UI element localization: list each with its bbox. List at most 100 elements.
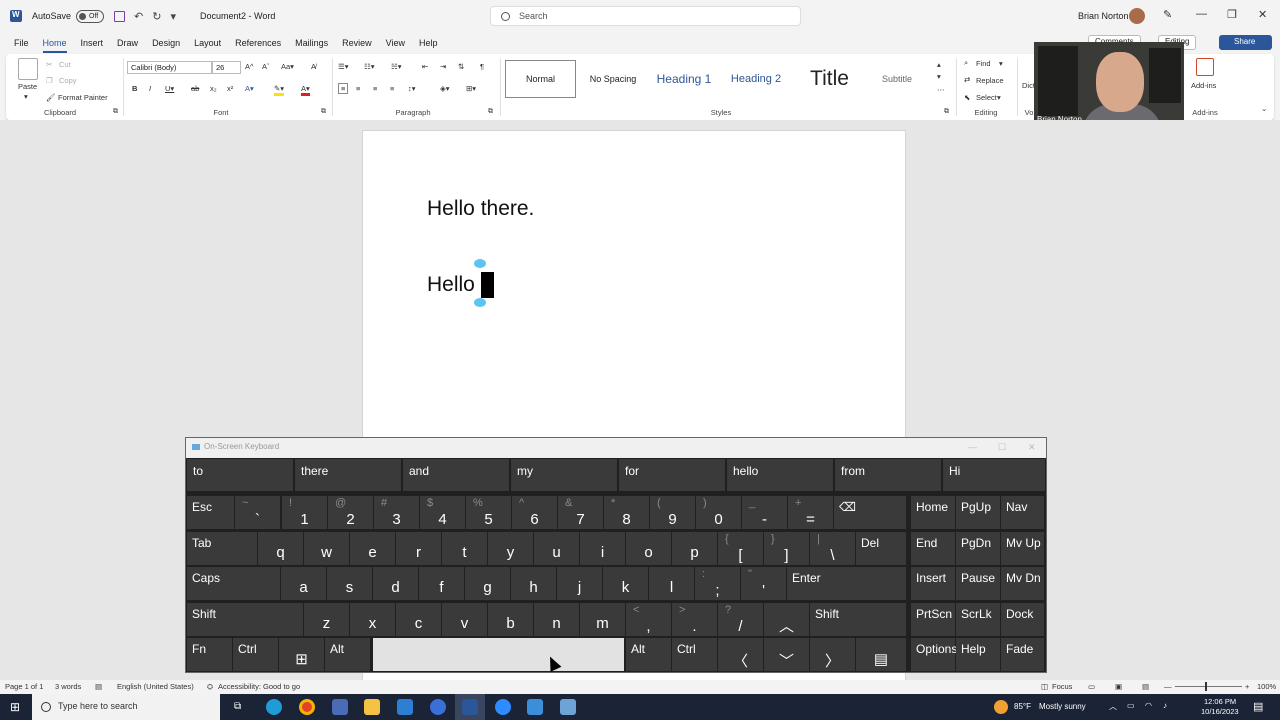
calculator-icon[interactable] (332, 699, 348, 715)
bullets-icon[interactable]: ☰▾ (338, 62, 349, 71)
superscript-icon[interactable]: x² (227, 84, 233, 93)
osk-key[interactable]: }] (764, 532, 809, 565)
text-effects-icon[interactable]: A▾ (245, 84, 254, 93)
selection-handle-bottom[interactable] (474, 298, 486, 307)
align-left-icon[interactable]: ≡ (338, 83, 349, 94)
osk-key[interactable]: i (580, 532, 625, 565)
osk-key[interactable]: ⊞ (279, 638, 324, 671)
page-count[interactable]: Page 1 of 1 (5, 682, 43, 691)
replace-button[interactable]: Replace (976, 76, 1004, 85)
weather-icon[interactable] (994, 700, 1008, 714)
borders-icon[interactable]: ⊞▾ (466, 84, 476, 93)
osk-key[interactable]: c (396, 603, 441, 636)
osk-key[interactable]: Mv Up (1001, 532, 1044, 565)
style-subtitle[interactable]: Subtitle (870, 60, 924, 98)
zoom-level[interactable]: 100% (1257, 682, 1276, 691)
font-size-dropdown[interactable]: 26 (212, 61, 241, 74)
decrease-indent-icon[interactable]: ⇤ (422, 62, 428, 71)
mail-icon[interactable] (397, 699, 413, 715)
font-color-icon[interactable]: A▾ (301, 84, 310, 96)
osk-key[interactable]: d (373, 567, 418, 600)
print-layout-icon[interactable]: ▣ (1115, 682, 1122, 691)
tab-design[interactable]: Design (152, 38, 180, 48)
clipboard-launcher-icon[interactable]: ⧉ (113, 108, 118, 116)
osk-key[interactable]: Pause (956, 567, 1000, 600)
select-icon[interactable]: ⬉ (964, 93, 970, 102)
tray-overflow-icon[interactable]: ︿ (1109, 701, 1117, 712)
osk-key[interactable]: (9 (650, 496, 695, 529)
paragraph-launcher-icon[interactable]: ⧉ (488, 108, 493, 116)
shrink-font-icon[interactable]: Aˇ (262, 62, 270, 71)
justify-icon[interactable]: ≡ (390, 84, 394, 93)
zoom-in-icon[interactable]: + (1245, 682, 1249, 691)
selection-handle-top[interactable] (474, 259, 486, 268)
osk-key[interactable]: Enter (787, 567, 906, 600)
weather-temp[interactable]: 85°F (1014, 702, 1031, 711)
pen-icon[interactable]: ✎ (1163, 8, 1172, 21)
osk-key[interactable]: z (304, 603, 349, 636)
osk-key[interactable]: PgUp (956, 496, 1000, 529)
tab-layout[interactable]: Layout (194, 38, 221, 48)
underline-icon[interactable]: U▾ (165, 84, 174, 93)
osk-key[interactable]: q (258, 532, 303, 565)
subscript-icon[interactable]: x₂ (210, 84, 217, 93)
wifi-icon[interactable]: ◠ (1145, 701, 1152, 710)
styles-launcher-icon[interactable]: ⧉ (944, 108, 949, 116)
osk-key[interactable]: $4 (420, 496, 465, 529)
cut-icon[interactable]: ✂ (46, 60, 52, 69)
customize-toolbar-icon[interactable]: ▾ (170, 10, 176, 23)
increase-indent-icon[interactable]: ⇥ (440, 62, 446, 71)
osk-key[interactable]: Options (911, 638, 957, 671)
proofing-icon[interactable]: ▤ (95, 682, 102, 691)
weather-desc[interactable]: Mostly sunny (1039, 702, 1086, 711)
tab-help[interactable]: Help (419, 38, 438, 48)
file-explorer-icon[interactable] (364, 699, 380, 715)
chrome-icon[interactable] (299, 699, 315, 715)
font-launcher-icon[interactable]: ⧉ (321, 108, 326, 116)
accessibility-status[interactable]: Accessibility: Good to go (218, 682, 300, 691)
osk-key[interactable]: k (603, 567, 648, 600)
collapse-ribbon-icon[interactable]: ⌄ (1261, 104, 1267, 113)
zoom-slider-thumb[interactable] (1205, 682, 1207, 691)
tab-view[interactable]: View (386, 38, 405, 48)
word-count[interactable]: 3 words (55, 682, 81, 691)
show-marks-icon[interactable]: ¶ (480, 62, 484, 71)
change-case-icon[interactable]: Aa▾ (281, 62, 294, 71)
osk-key[interactable]: Mv Dn (1001, 567, 1044, 600)
osk-key[interactable]: ⌫ (834, 496, 906, 529)
sort-icon[interactable]: ⇅ (458, 62, 464, 71)
grow-font-icon[interactable]: A^ (245, 62, 254, 71)
osk-key[interactable]: :; (695, 567, 740, 600)
style-normal[interactable]: Normal (505, 60, 576, 98)
osk-key[interactable]: ▤ (856, 638, 906, 671)
notifications-icon[interactable]: ▤ (1253, 700, 1263, 713)
dictate-button[interactable]: Dict (1022, 81, 1035, 90)
bold-icon[interactable]: B (132, 84, 137, 93)
paste-dropdown-icon[interactable]: ▾ (24, 92, 28, 101)
osk-key[interactable]: a (281, 567, 326, 600)
format-painter-button[interactable]: Format Painter (58, 93, 108, 102)
taskbar-search[interactable]: Type here to search (32, 694, 220, 720)
osk-key[interactable]: e (350, 532, 395, 565)
restore-icon[interactable]: ❐ (1227, 8, 1237, 21)
tab-references[interactable]: References (235, 38, 281, 48)
cut-button[interactable]: Cut (59, 60, 71, 69)
osk-key[interactable]: ) 0 (696, 496, 741, 529)
osk-key[interactable]: v (442, 603, 487, 636)
osk-key[interactable]: 〈 (718, 638, 763, 671)
osk-key[interactable]: y (488, 532, 533, 565)
network-icon[interactable]: ▭ (1127, 701, 1135, 710)
osk-spacebar[interactable] (373, 638, 624, 671)
copy-icon[interactable]: ❐ (46, 76, 53, 85)
osk-key[interactable]: w (304, 532, 349, 565)
osk-key[interactable]: s (327, 567, 372, 600)
osk-key[interactable]: + = (788, 496, 833, 529)
styles-scroll-up-icon[interactable]: ▴ (937, 60, 941, 69)
add-ins-icon[interactable] (1196, 58, 1214, 76)
osk-key[interactable]: Alt (325, 638, 370, 671)
read-mode-icon[interactable]: ▭ (1088, 682, 1095, 691)
osk-key[interactable]: p (672, 532, 717, 565)
osk-key[interactable]: l (649, 567, 694, 600)
osk-key[interactable]: m (580, 603, 625, 636)
osk-key[interactable]: | \ (810, 532, 855, 565)
